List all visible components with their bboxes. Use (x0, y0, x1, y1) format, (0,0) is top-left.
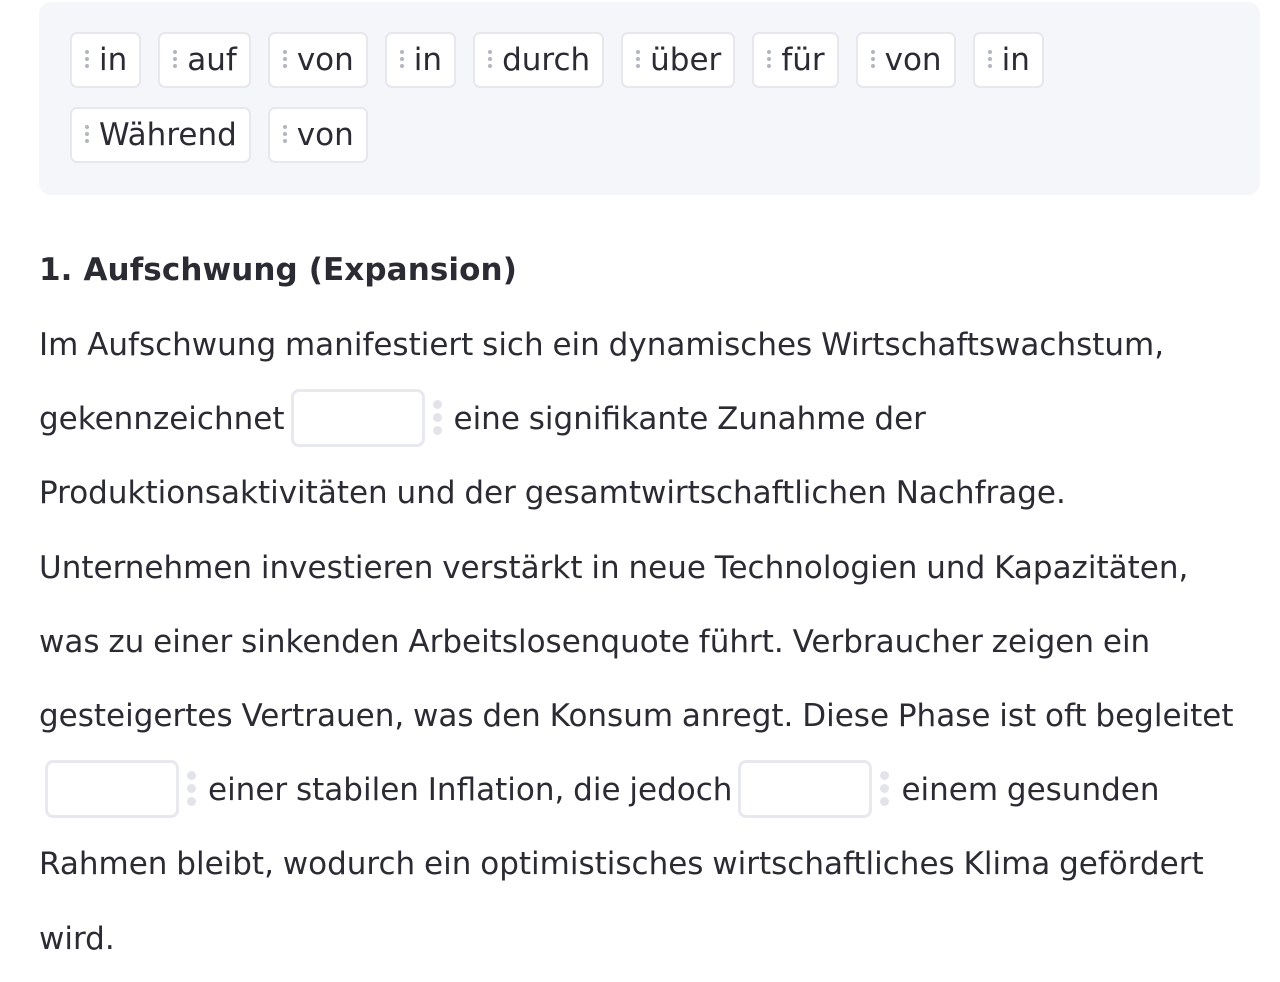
drag-handle-icon (766, 50, 772, 68)
drag-handle-icon[interactable] (880, 771, 890, 807)
drop-blank[interactable] (290, 388, 425, 447)
text-segment: einer stabilen Inflation, die jedoch (208, 772, 733, 809)
word-chip[interactable]: in (70, 32, 142, 88)
drag-handle-icon (282, 50, 288, 68)
word-chip[interactable]: von (267, 32, 368, 88)
drag-handle-icon[interactable] (187, 771, 196, 807)
drag-handle-icon (870, 50, 876, 68)
word-chip[interactable]: auf (158, 32, 251, 88)
word-chip[interactable]: durch (473, 32, 605, 88)
drop-blank[interactable] (45, 759, 179, 818)
word-bank-row: in auf von in durch über für von in (70, 32, 1260, 92)
word-bank-row: Während von (70, 107, 1260, 167)
drag-handle-icon (399, 50, 405, 68)
drag-handle-icon (987, 50, 993, 68)
drag-handle-icon (487, 50, 493, 68)
section-title: 1. Aufschwung (Expansion) (39, 252, 517, 288)
word-chip[interactable]: Während (70, 107, 251, 163)
drop-blank[interactable] (738, 759, 873, 818)
drag-handle-icon (84, 125, 90, 143)
word-chip[interactable]: für (752, 32, 839, 88)
word-chip[interactable]: von (267, 107, 368, 163)
drag-handle-icon (84, 50, 90, 68)
word-chip[interactable]: über (621, 32, 736, 88)
drag-handle-icon (172, 50, 178, 68)
word-chip[interactable]: in (972, 32, 1044, 88)
cloze-paragraph: Im Aufschwung manifestiert sich ein dyna… (39, 308, 1249, 976)
drag-handle-icon (282, 125, 288, 143)
text-segment: eine signifikante Zunahme der Produktion… (39, 401, 1234, 735)
drag-handle-icon (635, 50, 641, 68)
word-chip[interactable]: in (384, 32, 457, 88)
word-chip[interactable]: von (855, 32, 956, 88)
drag-handle-icon[interactable] (432, 400, 442, 436)
word-bank: in auf von in durch über für von in Währ… (39, 2, 1260, 195)
